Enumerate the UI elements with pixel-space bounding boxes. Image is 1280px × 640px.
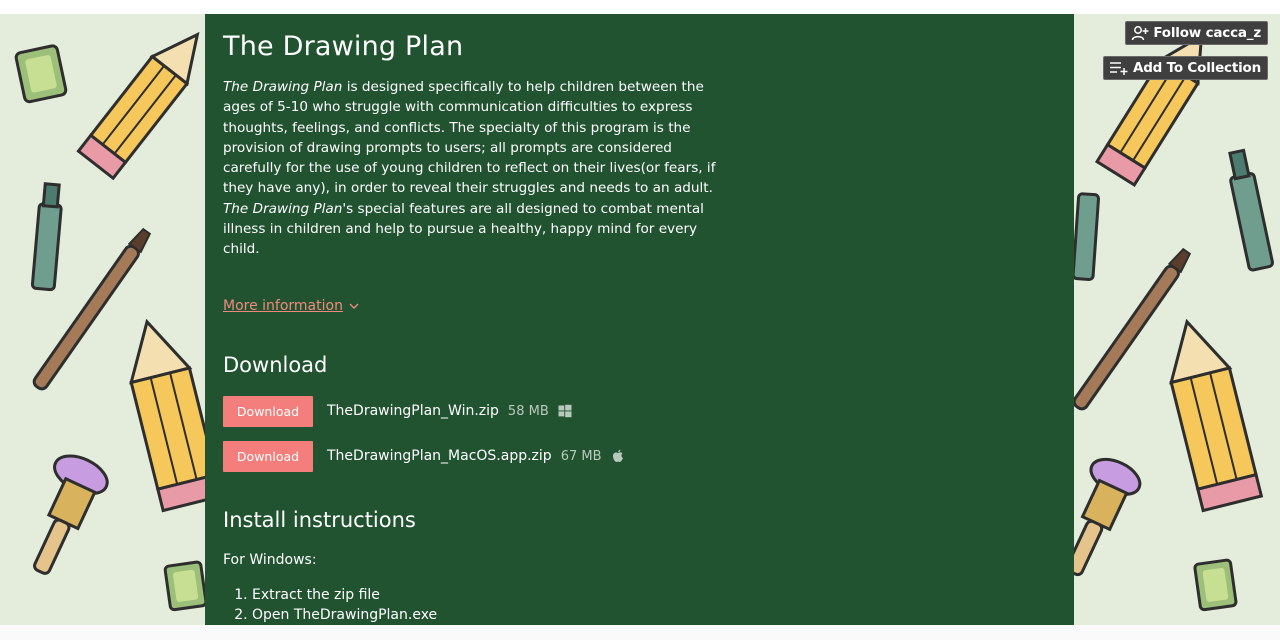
collection-label: Add To Collection <box>1132 60 1261 76</box>
description-italic-name: The Drawing Plan <box>223 79 343 95</box>
file-size: 67 MB <box>560 448 602 464</box>
page-content: The Drawing Plan The Drawing Plan is des… <box>223 14 723 623</box>
game-description: The Drawing Plan is designed specificall… <box>223 77 723 260</box>
bottom-strip <box>0 625 1280 640</box>
game-page: The Drawing Plan The Drawing Plan is des… <box>205 14 1074 625</box>
file-name: TheDrawingPlan_MacOS.app.zip <box>327 448 552 464</box>
download-row: Download TheDrawingPlan_Win.zip 58 MB <box>223 395 572 427</box>
install-platform: For Windows: <box>223 552 317 568</box>
file-size: 58 MB <box>507 403 549 419</box>
download-button-windows[interactable]: Download <box>223 395 313 427</box>
download-heading: Download <box>223 353 328 377</box>
more-information-label: More information <box>223 298 343 314</box>
description-italic-name-2: The Drawing Plan <box>223 200 343 217</box>
add-to-list-icon <box>1109 62 1128 75</box>
download-button-macos[interactable]: Download <box>223 440 313 472</box>
install-step: Open TheDrawingPlan.exe <box>252 605 437 625</box>
chevron-down-icon <box>349 303 359 309</box>
user-plus-icon <box>1132 26 1149 41</box>
follow-label: Follow cacca_z <box>1153 25 1261 41</box>
add-to-collection-button[interactable]: Add To Collection <box>1102 56 1268 80</box>
file-name: TheDrawingPlan_Win.zip <box>327 403 499 419</box>
install-steps: Extract the zip file Open TheDrawingPlan… <box>223 585 437 625</box>
follow-button[interactable]: Follow cacca_z <box>1125 21 1268 45</box>
apple-icon <box>612 449 623 462</box>
install-step: Extract the zip file <box>252 585 437 605</box>
install-heading: Install instructions <box>223 508 416 532</box>
more-information-link[interactable]: More information <box>223 298 359 314</box>
page-title: The Drawing Plan <box>223 31 464 62</box>
download-row: Download TheDrawingPlan_MacOS.app.zip 67… <box>223 440 625 472</box>
windows-icon <box>558 404 572 418</box>
description-text-1: is designed specifically to help childre… <box>223 79 716 197</box>
